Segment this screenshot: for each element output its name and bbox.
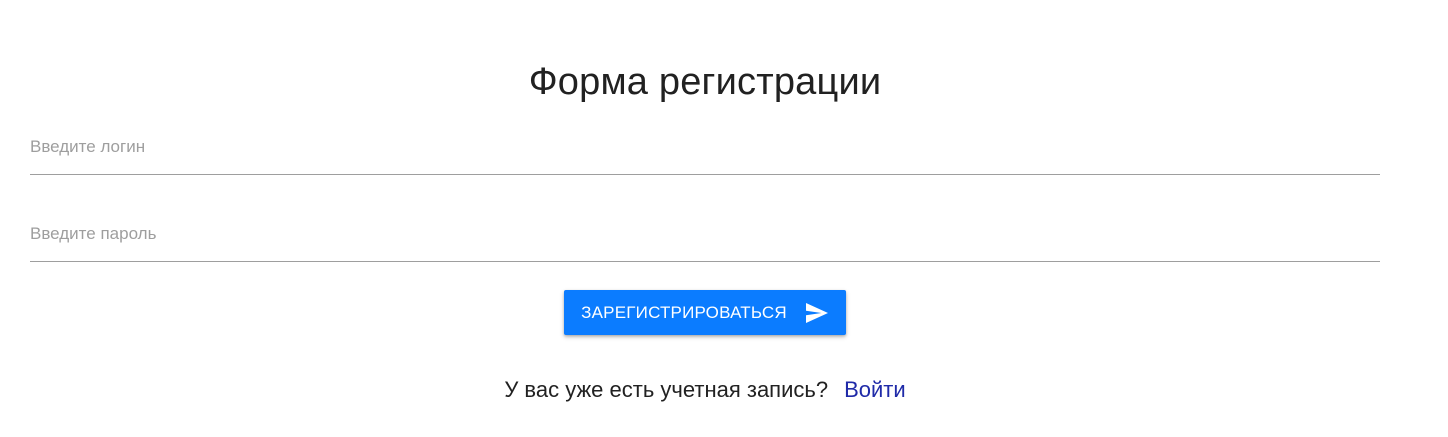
register-button-label: ЗАРЕГИСТРИРОВАТЬСЯ [581, 302, 787, 322]
have-account-line: У вас уже есть учетная запись? Войти [0, 376, 1410, 404]
password-field [30, 221, 1380, 262]
password-input[interactable] [30, 221, 1380, 261]
register-button[interactable]: ЗАРЕГИСТРИРОВАТЬСЯ [564, 290, 846, 335]
send-icon [805, 302, 829, 324]
have-account-text: У вас уже есть учетная запись? [504, 377, 829, 402]
page-title: Форма регистрации [528, 61, 882, 103]
login-input[interactable] [30, 134, 1380, 174]
registration-page: Форма регистрации ЗАРЕГИСТРИРОВАТЬСЯ У в… [0, 0, 1448, 437]
login-field [30, 134, 1380, 175]
login-link[interactable]: Войти [844, 377, 906, 402]
